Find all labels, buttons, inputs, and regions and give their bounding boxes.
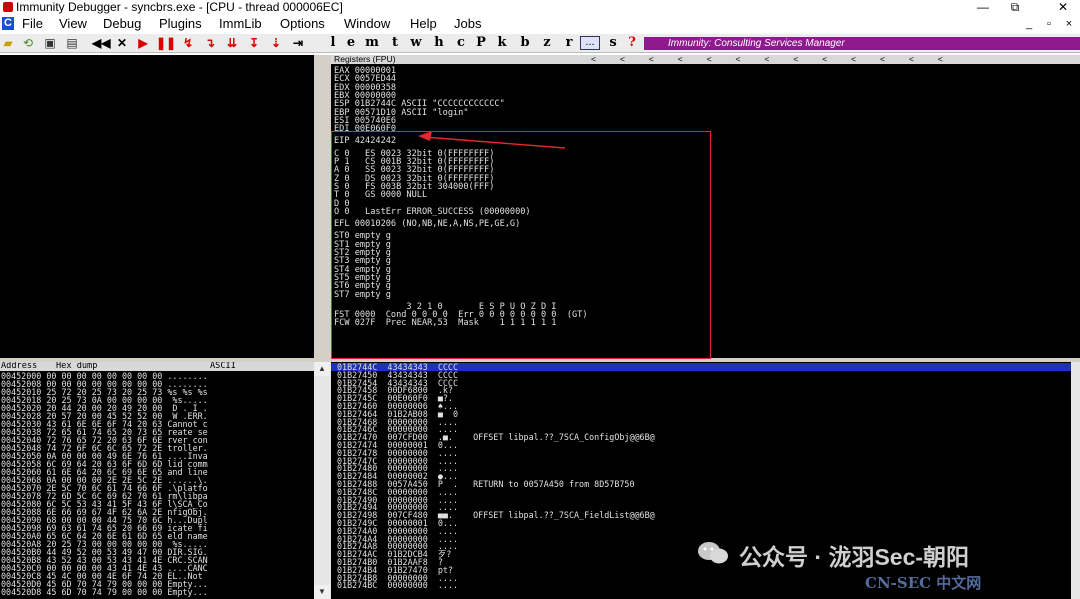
patches-button[interactable]: P bbox=[474, 35, 488, 51]
log-window-button[interactable]: l bbox=[326, 35, 340, 51]
disassembly-pane[interactable] bbox=[0, 55, 314, 358]
stop-icon[interactable]: ✕ bbox=[114, 35, 130, 51]
handles-button[interactable]: h bbox=[432, 35, 446, 51]
help-button[interactable]: ? bbox=[625, 35, 639, 51]
register-line[interactable]: EDI 00E060F0 bbox=[334, 125, 396, 134]
menu-window[interactable]: Window bbox=[344, 14, 390, 34]
menu-view[interactable]: View bbox=[59, 14, 87, 34]
hardware-breakpoints-button[interactable]: z bbox=[540, 35, 554, 51]
windows-button[interactable]: w bbox=[408, 35, 424, 51]
scroll-down-arrow[interactable]: ▼ bbox=[314, 585, 330, 599]
register-line[interactable]: ST7 empty g bbox=[334, 290, 391, 299]
register-line[interactable]: EFL 00010206 (NO,NB,NE,A,NS,PE,GE,G) bbox=[334, 220, 520, 229]
breakpoints-button[interactable]: b bbox=[518, 35, 532, 51]
hex-dump-pane[interactable]: Address Hex dump ASCII 00452000 00 00 00… bbox=[0, 362, 314, 599]
pause-icon[interactable]: ❚❚ bbox=[156, 35, 176, 51]
trace-into-icon[interactable]: ⇊ bbox=[224, 35, 240, 51]
executable-modules-button[interactable]: e bbox=[344, 35, 358, 51]
menu-immlib[interactable]: ImmLib bbox=[219, 14, 262, 34]
menu-help[interactable]: Help bbox=[410, 14, 437, 34]
registers-header-arrows: < < < < < < < < < < < < < bbox=[591, 55, 943, 64]
dump-header: Address Hex dump ASCII bbox=[0, 362, 314, 371]
trace-over-icon[interactable]: ↧ bbox=[246, 35, 262, 51]
threads-button[interactable]: t bbox=[388, 35, 402, 51]
maximize-button[interactable]: ⧉ bbox=[1000, 0, 1030, 14]
open-folder-icon[interactable]: ▰ bbox=[0, 35, 16, 51]
app-icon bbox=[3, 2, 13, 12]
register-line[interactable]: EIP 42424242 bbox=[334, 137, 396, 146]
cpu-button[interactable]: c bbox=[454, 35, 468, 51]
register-line[interactable]: ST6 empty g bbox=[334, 282, 391, 291]
annotation-arrow bbox=[418, 131, 566, 149]
scroll-up-arrow[interactable]: ▲ bbox=[314, 362, 330, 376]
source-button[interactable]: s bbox=[606, 35, 620, 51]
menu-plugins[interactable]: Plugins bbox=[159, 14, 202, 34]
mdi-minimize-button[interactable]: _ bbox=[1020, 16, 1038, 32]
menu-options[interactable]: Options bbox=[280, 14, 325, 34]
step-into-icon[interactable]: ↯ bbox=[180, 35, 196, 51]
execute-till-return-icon[interactable]: ⇣ bbox=[268, 35, 284, 51]
registers-header[interactable]: Registers (FPU) < < < < < < < < < < < < … bbox=[331, 55, 1080, 64]
mdi-close-button[interactable]: × bbox=[1060, 16, 1078, 32]
step-over-icon[interactable]: ↴ bbox=[202, 35, 218, 51]
registers-title: Registers (FPU) bbox=[334, 55, 396, 64]
stack-scrollbar[interactable] bbox=[1071, 362, 1080, 599]
go-to-address-icon[interactable]: ⇥ bbox=[290, 35, 306, 51]
restart-icon[interactable]: ⟲ bbox=[20, 35, 36, 51]
log-window-icon[interactable]: ▤ bbox=[64, 35, 80, 51]
dump-row[interactable]: 004520D8 45 6D 70 74 79 00 00 00 Empty..… bbox=[1, 588, 208, 596]
watermark-text: 公众号 · 泷羽Sec-朝阳 bbox=[739, 544, 970, 570]
stack-row[interactable]: 01B274BC 00000000 .... bbox=[337, 581, 458, 589]
rewind-icon[interactable]: ◀◀ bbox=[92, 35, 110, 51]
menu-jobs[interactable]: Jobs bbox=[454, 14, 481, 34]
dump-scrollbar[interactable]: ▲ ▼ bbox=[314, 362, 331, 599]
watermark-site: CN-SEC 中文网 bbox=[865, 574, 982, 592]
menu-bar: C File View Debug Plugins ImmLib Options… bbox=[0, 14, 1080, 34]
run-icon[interactable]: ▶ bbox=[135, 35, 151, 51]
menu-debug[interactable]: Debug bbox=[103, 14, 141, 34]
cpu-window-icon[interactable]: C bbox=[2, 17, 14, 30]
menu-file[interactable]: File bbox=[22, 14, 43, 34]
wechat-icon bbox=[698, 542, 728, 564]
registers-pane[interactable]: Registers (FPU) < < < < < < < < < < < < … bbox=[331, 55, 1080, 358]
dump-col-ascii[interactable]: ASCII bbox=[210, 362, 236, 371]
pane-splitter[interactable] bbox=[314, 55, 331, 358]
dump-col-hex[interactable]: Hex dump bbox=[56, 362, 97, 371]
close-file-icon[interactable]: ▣ bbox=[42, 35, 58, 51]
window-title: Immunity Debugger - syncbrs.exe - [CPU -… bbox=[16, 0, 343, 14]
consulting-banner[interactable]: Immunity: Consulting Services Manager bbox=[644, 37, 1080, 50]
minimize-button[interactable]: — bbox=[968, 0, 998, 14]
call-stack-button[interactable]: k bbox=[495, 35, 509, 51]
dump-col-address[interactable]: Address bbox=[1, 362, 37, 371]
title-bar: Immunity Debugger - syncbrs.exe - [CPU -… bbox=[0, 0, 1080, 14]
memory-map-button[interactable]: m bbox=[364, 35, 380, 51]
register-line[interactable]: T 0 GS 0000 NULL bbox=[334, 191, 427, 200]
register-line[interactable]: FCW 027F Prec NEAR,53 Mask 1 1 1 1 1 1 bbox=[334, 319, 556, 328]
close-button[interactable]: ✕ bbox=[1048, 0, 1078, 14]
register-line[interactable]: ESP 01B2744C ASCII "CCCCCCCCCCCC" bbox=[334, 100, 505, 109]
run-trace-button[interactable]: ... bbox=[580, 36, 600, 50]
mdi-restore-button[interactable]: ▫ bbox=[1040, 16, 1058, 32]
register-line[interactable]: O 0 LastErr ERROR_SUCCESS (00000000) bbox=[334, 207, 531, 216]
references-button[interactable]: r bbox=[562, 35, 576, 51]
